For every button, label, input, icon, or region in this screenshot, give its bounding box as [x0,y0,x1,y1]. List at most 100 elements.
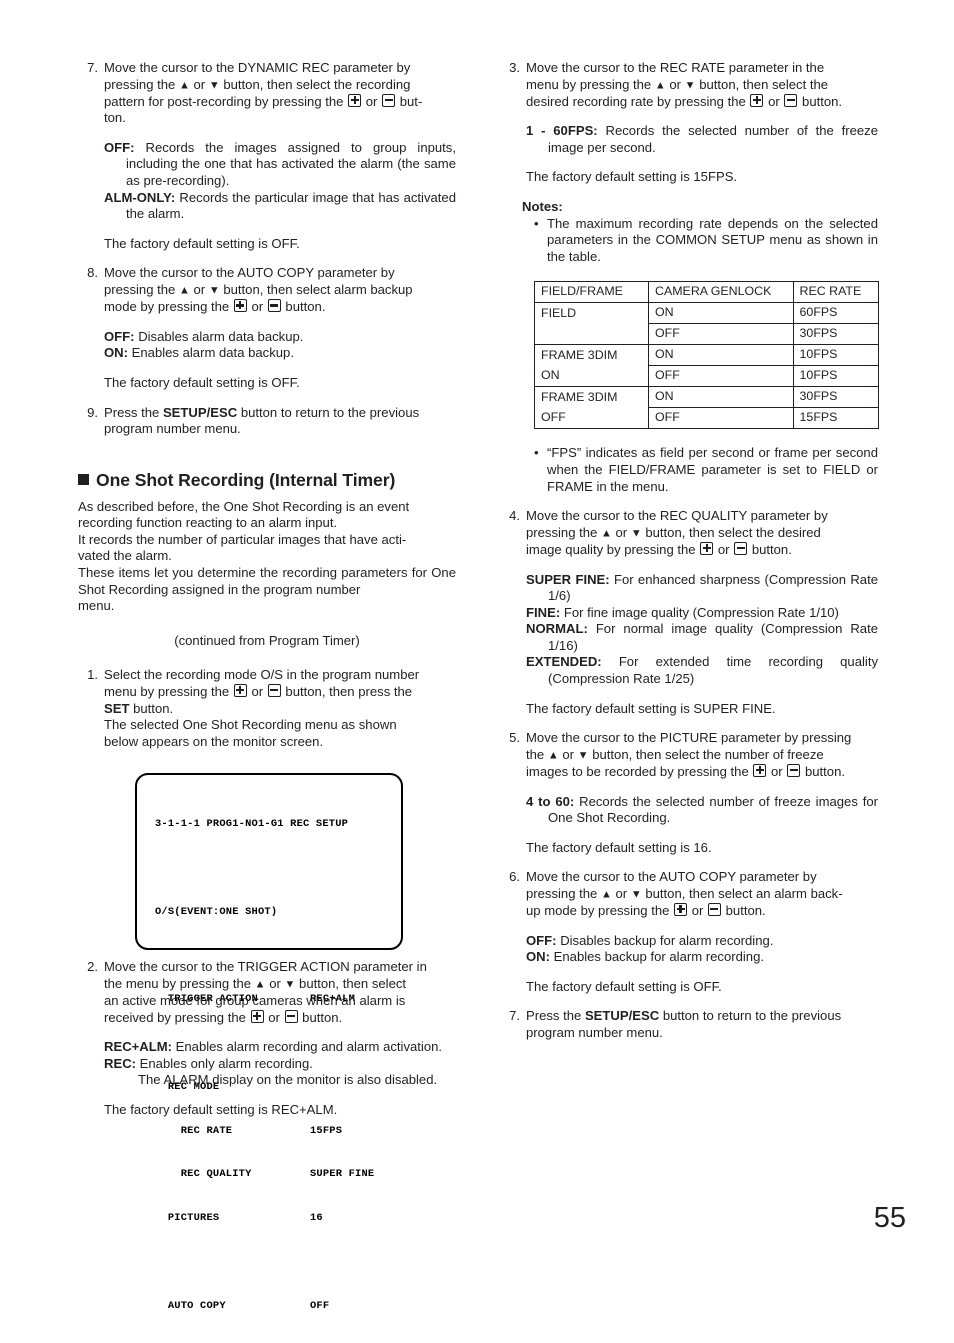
table-cell-rec-rate: 30FPS [792,386,880,409]
step-5-definitions: 4 to 60: Records the selected number of … [526,794,878,827]
document-page: 7. Move the cursor to the DYNAMIC REC pa… [0,0,954,1312]
plus-key-icon [753,763,767,777]
step-line: Move the cursor to the REC RATE paramete… [526,60,825,75]
notes-title: Notes: [522,199,563,215]
definition-label: REC: [104,1055,137,1071]
monitor-row-value: 16 [310,1212,323,1225]
note-bullet-2: • “FPS” indicates as field per second or … [534,445,878,495]
plus-key-icon [348,93,362,107]
step-number: 8. [87,265,98,281]
step-line: desired recording rate by pressing the o… [526,93,843,109]
step-number: 1. [87,667,98,683]
step-6-default-setting: The factory default setting is OFF. [526,978,722,994]
minus-key-icon [267,684,281,698]
step-number: 6. [509,869,520,885]
left-column: 7. Move the cursor to the DYNAMIC REC pa… [78,60,456,1312]
minus-key-icon [382,93,396,107]
plus-key-icon [674,903,688,916]
definition-label: OFF: [104,139,135,155]
page-number: 55 [873,1202,906,1234]
down-triangle-icon: ▼ [684,79,696,92]
step-5-default-setting: The factory default setting is 16. [526,839,712,855]
up-triangle-icon: ▲ [178,79,190,92]
up-triangle-icon: ▲ [178,284,190,297]
minus-key-icon [784,93,798,107]
step-line: Select the recording mode O/S in the pro… [104,667,420,683]
set-button-label: SET [104,700,130,716]
table-cell-genlock: ON [648,344,794,367]
step-line: ton. [104,110,126,126]
step-line: Move the cursor to the REC QUALITY param… [526,508,828,524]
table-cell-genlock: ON [648,302,794,325]
table-cell-rec-rate: 30FPS [792,323,880,346]
step-line: the ▲ or ▼ button, then select the numbe… [526,746,824,762]
step-line: received by pressing the or button. [104,1009,343,1025]
table-row: OFF 30FPS [533,323,880,346]
minus-key-icon [734,541,748,555]
step-number: 3. [509,60,520,75]
plus-key-icon [250,1009,264,1023]
definition-label: OFF: [104,328,135,344]
step-9-setup-esc: 9. Press the SETUP/ESC button to return … [78,405,456,438]
monitor-title: 3-1-1-1 PROG1-NO1-G1 REC SETUP [155,818,349,831]
rec-rate-table: FIELD/FRAME CAMERA GENLOCK REC RATE FIEL… [533,281,880,430]
definition-alm-only: ALM-ONLY: Records the particular image t… [104,190,456,223]
step-number: 7. [509,1008,520,1024]
step-7-setup-esc: 7. Press the SETUP/ESC button to return … [500,1008,878,1041]
definition-on: ON: Enables backup for alarm recording. [526,949,878,966]
table-row: FRAME 3DIM ON 30FPS [533,386,880,409]
table-cell-rec-rate: 10FPS [792,344,880,367]
step-line: Move the cursor to the AUTO COPY paramet… [104,265,395,281]
step-line: mode by pressing the or button. [104,299,326,315]
step-6-auto-copy: 6. Move the cursor to the AUTO COPY para… [500,869,878,919]
table-cell-field-frame: FIELD [533,302,650,324]
monitor-screen-illustration: 3-1-1-1 PROG1-NO1-G1 REC SETUP O/S(EVENT… [135,773,403,1312]
step-8-default-setting: The factory default setting is OFF. [104,374,300,390]
definition-label: 1 - 60FPS: [526,123,598,139]
definition-4-to-60: 4 to 60: Records the selected number of … [526,794,878,827]
monitor-row-rec-mode: REC MODE [155,1080,391,1095]
right-column: 3. Move the cursor to the REC RATE param… [500,60,880,1055]
step-line: Move the cursor to the TRIGGER ACTION pa… [104,959,427,975]
table-header-rec-rate: REC RATE [792,281,880,304]
monitor-row-value: SUPER FINE [310,1168,375,1181]
down-triangle-icon: ▼ [208,79,220,92]
down-triangle-icon: ▼ [208,284,220,297]
setup-esc-button-label: SETUP/ESC [584,1008,660,1024]
step-8-auto-copy: 8. Move the cursor to the AUTO COPY para… [78,265,456,315]
definition-text: For normal image quality (Compression Ra… [548,621,878,653]
setup-esc-button-label: SETUP/ESC [162,404,238,420]
step-4-definitions: SUPER FINE: For enhanced sharpness (Comp… [526,572,878,688]
step-4-rec-quality: 4. Move the cursor to the REC QUALITY pa… [500,508,878,558]
step-7-definitions: OFF: Records the images assigned to grou… [104,140,456,223]
definition-label: NORMAL: [526,621,588,637]
step-line: menu by pressing the ▲ or ▼ button, then… [526,76,829,92]
up-triangle-icon: ▲ [600,527,612,540]
intro-line: vated the alarm. [78,548,172,564]
definition-text: Enables alarm data backup. [131,345,294,361]
monitor-row-label: REC MODE [167,1080,220,1093]
monitor-row-rec-rate: REC RATE 15FPS [155,1124,391,1139]
table-header-camera-genlock: CAMERA GENLOCK [648,281,794,304]
table-cell-genlock: OFF [648,323,794,346]
definition-on: ON: Enables alarm data backup. [104,345,456,362]
step-number: 4. [509,508,520,524]
minus-key-icon [284,1009,298,1023]
step-line: an active mode for group cameras when an… [104,993,406,1009]
table-cell-field-frame: FRAME 3DIM [533,344,650,366]
step-line: image quality by pressing the or button. [526,541,792,557]
up-triangle-icon: ▲ [654,79,666,92]
step-4-default-setting: The factory default setting is SUPER FIN… [526,700,776,716]
up-triangle-icon: ▲ [254,978,266,991]
down-triangle-icon: ▼ [284,978,296,991]
step-line: up mode by pressing the or button. [526,903,766,918]
definition-text: Enables backup for alarm recording. [553,949,764,965]
plus-key-icon [233,684,247,698]
table-row: FRAME 3DIM ON 10FPS [533,344,880,367]
step-3-definitions: 1 - 60FPS: Records the selected number o… [526,123,878,156]
table-cell-genlock: OFF [648,365,794,388]
plus-key-icon [700,541,714,555]
step-line: Move the cursor to the PICTURE parameter… [526,730,852,746]
step-line: Press the SETUP/ESC button to return to … [104,404,420,420]
step-line: Move the cursor to the DYNAMIC REC param… [104,60,411,75]
